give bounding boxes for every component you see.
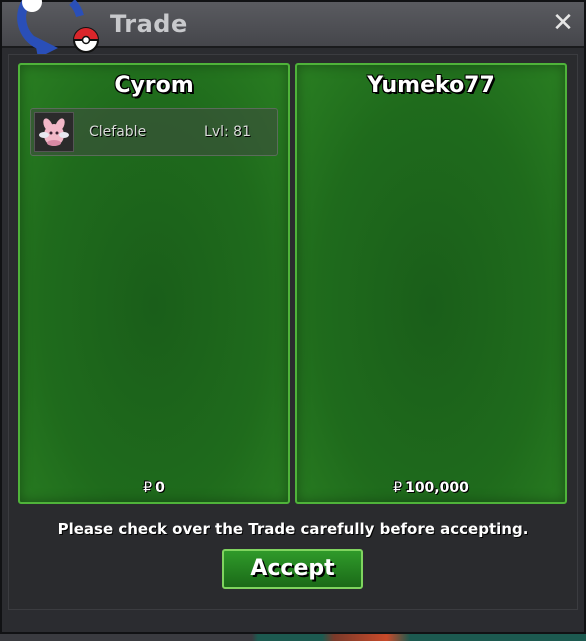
pokemon-level: Lvl: 81 [204, 124, 251, 140]
accept-button[interactable]: Accept [222, 549, 363, 589]
offer-panel-yumeko77: Yumeko77 ₽100,000 [295, 63, 567, 504]
pokedollar-icon: ₽ [393, 480, 403, 496]
pokemon-name: Clefable [89, 124, 147, 140]
pokemon-slot[interactable]: Clefable Lvl: 81 [30, 108, 278, 156]
trade-arrows-icon [17, 0, 99, 58]
money-offer: ₽100,000 [297, 480, 565, 496]
money-amount: 100,000 [405, 480, 469, 496]
background-strip [0, 634, 586, 641]
close-button[interactable]: ✕ [548, 8, 578, 38]
trade-notice: Please check over the Trade carefully be… [57, 520, 529, 538]
clefable-sprite-icon [34, 112, 74, 152]
money-offer[interactable]: ₽0 [20, 480, 288, 496]
title-bar[interactable]: Trade ✕ [2, 0, 584, 58]
pokedollar-icon: ₽ [143, 480, 153, 496]
window-title: Trade [110, 10, 188, 38]
pokemon-sprite [35, 113, 73, 151]
player-name: Cyrom [114, 73, 194, 98]
offer-panel-cyrom: Cyrom Clefable Lvl: 81 ₽0 [18, 63, 290, 504]
player-name: Yumeko77 [367, 73, 495, 98]
money-amount: 0 [155, 480, 165, 496]
